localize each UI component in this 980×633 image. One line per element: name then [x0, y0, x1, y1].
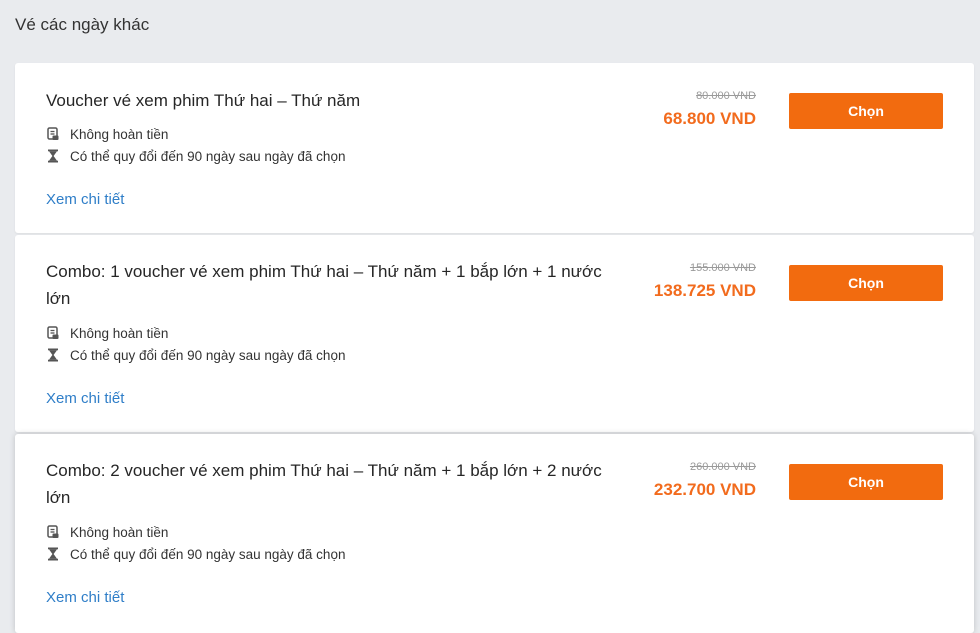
feature-exchange: Có thể quy đổi đến 90 ngày sau ngày đã c…: [46, 346, 345, 364]
document-icon: [46, 127, 60, 141]
document-icon: [46, 525, 60, 539]
feature-exchange: Có thể quy đổi đến 90 ngày sau ngày đã c…: [46, 147, 345, 165]
hourglass-icon: [46, 149, 60, 163]
feature-text: Không hoàn tiền: [70, 325, 169, 341]
feature-text: Có thể quy đổi đến 90 ngày sau ngày đã c…: [70, 347, 346, 363]
details-link[interactable]: Xem chi tiết: [46, 390, 124, 407]
choose-button[interactable]: Chọn: [789, 93, 943, 129]
discount-price: 138.725 VND: [653, 281, 756, 300]
ticket-card: Combo: 1 voucher vé xem phim Thứ hai – T…: [15, 235, 974, 432]
discount-price: 232.700 VND: [653, 480, 756, 499]
original-price: 80.000 VND: [696, 90, 756, 102]
ticket-title: Combo: 1 voucher vé xem phim Thứ hai – T…: [46, 262, 602, 308]
original-price: 155.000 VND: [689, 262, 756, 274]
section-title: Vé các ngày khác: [15, 15, 150, 34]
hourglass-icon: [46, 547, 60, 561]
feature-no-refund: Không hoàn tiền: [46, 324, 168, 342]
discount-price: 68.800 VND: [663, 109, 756, 128]
feature-text: Có thể quy đổi đến 90 ngày sau ngày đã c…: [70, 546, 346, 562]
choose-button[interactable]: Chọn: [789, 265, 943, 301]
feature-text: Không hoàn tiền: [70, 524, 169, 540]
feature-text: Không hoàn tiền: [70, 126, 169, 142]
ticket-card: Combo: 2 voucher vé xem phim Thứ hai – T…: [15, 434, 974, 633]
hourglass-icon: [46, 348, 60, 362]
ticket-card: Voucher vé xem phim Thứ hai – Thứ năm Kh…: [15, 63, 974, 233]
ticket-title: Voucher vé xem phim Thứ hai – Thứ năm: [46, 91, 361, 110]
feature-exchange: Có thể quy đổi đến 90 ngày sau ngày đã c…: [46, 545, 345, 563]
feature-no-refund: Không hoàn tiền: [46, 125, 168, 143]
document-icon: [46, 326, 60, 340]
feature-no-refund: Không hoàn tiền: [46, 523, 168, 541]
ticket-title: Combo: 2 voucher vé xem phim Thứ hai – T…: [46, 461, 602, 507]
details-link[interactable]: Xem chi tiết: [46, 589, 124, 606]
original-price: 260.000 VND: [689, 461, 756, 473]
details-link[interactable]: Xem chi tiết: [46, 191, 124, 208]
feature-text: Có thể quy đổi đến 90 ngày sau ngày đã c…: [70, 148, 346, 164]
choose-button[interactable]: Chọn: [789, 464, 943, 500]
